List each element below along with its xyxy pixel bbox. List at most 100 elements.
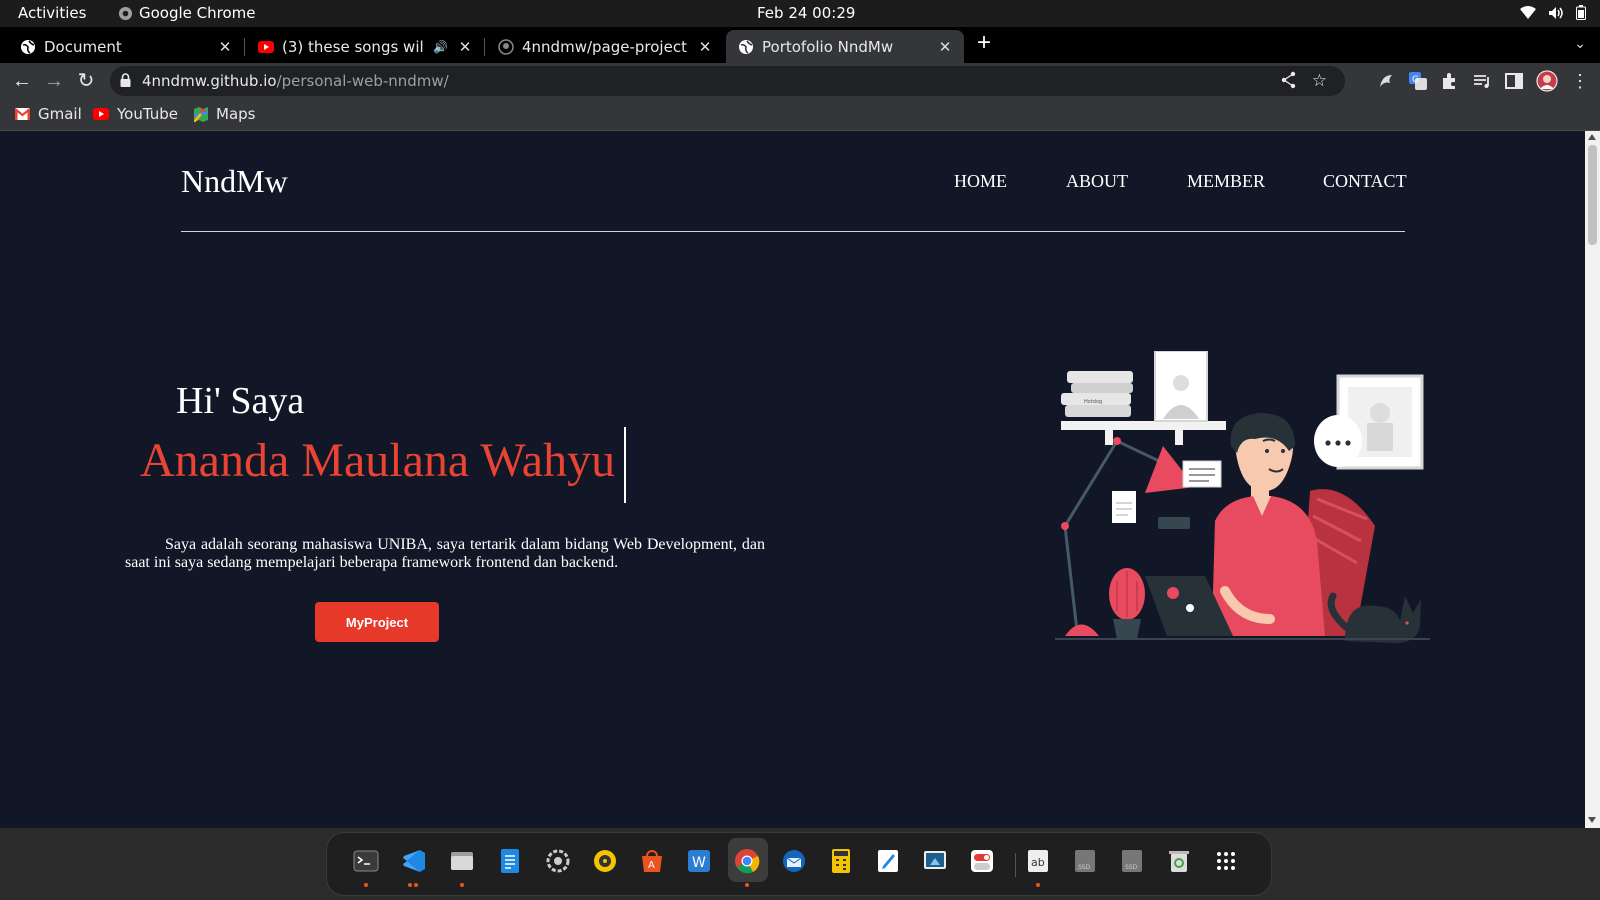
running-indicator <box>460 883 464 887</box>
files-icon[interactable] <box>449 848 475 874</box>
close-tab-icon[interactable]: ✕ <box>216 38 234 56</box>
system-top-bar: Activities Google Chrome Feb 24 00:29 <box>0 0 1600 27</box>
running-indicator <box>745 883 749 887</box>
nav-link-member[interactable]: MEMBER <box>1187 171 1265 192</box>
youtube-icon <box>258 40 274 53</box>
nav-link-contact[interactable]: CONTACT <box>1323 171 1407 192</box>
nav-link-home[interactable]: HOME <box>954 171 1007 192</box>
typing-cursor <box>624 427 626 503</box>
github-icon <box>498 38 514 55</box>
settings-icon[interactable] <box>545 848 571 874</box>
scroll-down-arrow-icon[interactable] <box>1588 817 1596 823</box>
volume-icon <box>1549 6 1563 19</box>
chrome-menu-icon[interactable]: ⋮ <box>1568 69 1592 93</box>
clock[interactable]: Feb 24 00:29 <box>757 4 855 22</box>
translate-icon[interactable]: G <box>1408 71 1428 91</box>
ssd-drive-icon-2[interactable]: SSD <box>1119 848 1145 874</box>
dock: A W ab SSD SSD <box>326 832 1272 896</box>
hero-greeting: Hi' Saya <box>176 380 305 422</box>
vscode-icon[interactable] <box>401 848 427 874</box>
app-name: Google Chrome <box>139 4 256 22</box>
bookmark-maps[interactable]: Maps <box>194 105 255 123</box>
running-indicator <box>408 883 412 887</box>
bookmark-label: YouTube <box>117 105 178 123</box>
close-tab-icon[interactable]: ✕ <box>936 38 954 56</box>
lock-icon[interactable] <box>120 73 131 87</box>
nav-divider <box>181 231 1405 232</box>
system-tray[interactable] <box>1520 5 1586 20</box>
new-tab-icon[interactable]: + <box>977 29 991 57</box>
forward-icon[interactable]: → <box>42 69 66 93</box>
share-icon[interactable] <box>1281 71 1297 89</box>
app-menu[interactable]: Google Chrome <box>118 4 256 22</box>
app-grid-icon[interactable] <box>1213 848 1239 874</box>
scroll-up-arrow-icon[interactable] <box>1588 134 1596 140</box>
scrollbar-thumb[interactable] <box>1588 145 1597 245</box>
bookmark-gmail[interactable]: Gmail <box>15 105 82 123</box>
extension-icon[interactable] <box>1376 71 1396 91</box>
back-icon[interactable]: ← <box>10 69 34 93</box>
tab-title: 4nndmw/page-project <box>522 37 687 56</box>
dictionary-icon[interactable]: ab <box>1025 848 1051 874</box>
word-icon[interactable]: W <box>686 848 712 874</box>
picture-frame <box>1154 351 1208 422</box>
terminal-icon[interactable] <box>353 848 379 874</box>
rhythmbox-icon[interactable] <box>592 848 618 874</box>
tab-title: Portofolio NndMw <box>762 37 894 56</box>
dock-separator <box>1015 853 1016 877</box>
tab-strip: Document ✕ (3) these songs will ma 🔊 ✕ 4… <box>0 27 1600 63</box>
software-icon[interactable]: A <box>639 848 665 874</box>
url-text: 4nndmw.github.io/personal-web-nndmw/ <box>142 72 449 90</box>
tab-github[interactable]: 4nndmw/page-project ✕ <box>484 30 724 63</box>
hero-description: Saya adalah seorang mahasiswa UNIBA, say… <box>125 536 765 571</box>
svg-text:W: W <box>692 855 706 871</box>
tab-portofolio[interactable]: Portofolio NndMw ✕ <box>726 30 964 63</box>
page-viewport: NndMw HOME ABOUT MEMBER CONTACT Hi' Saya… <box>0 131 1585 828</box>
trash-icon[interactable] <box>1166 848 1192 874</box>
illustration-book-label: Hotdog <box>1084 399 1102 405</box>
globe-icon <box>21 39 35 54</box>
nav-link-about[interactable]: ABOUT <box>1066 171 1128 192</box>
notes-icon[interactable] <box>875 848 901 874</box>
running-indicator <box>364 883 368 887</box>
browser-toolbar: ← → ↻ 4nndmw.github.io/personal-web-nndm… <box>0 63 1600 99</box>
activities-button[interactable]: Activities <box>18 4 86 22</box>
bookmark-youtube[interactable]: YouTube <box>93 105 178 123</box>
speech-bubble <box>1314 415 1362 467</box>
myproject-button[interactable]: MyProject <box>315 602 439 642</box>
ssd-drive-icon[interactable]: SSD <box>1072 848 1098 874</box>
page-scrollbar[interactable] <box>1585 131 1600 828</box>
audio-playing-icon[interactable]: 🔊 <box>433 40 448 54</box>
svg-text:SSD: SSD <box>1125 864 1138 871</box>
bookmarks-bar: Gmail YouTube Maps <box>0 99 1600 131</box>
tab-search-chevron-icon[interactable]: ⌄ <box>1574 35 1586 52</box>
maps-icon <box>194 106 208 122</box>
man-character <box>1207 413 1325 636</box>
toggle-icon[interactable] <box>969 848 995 874</box>
chrome-icon[interactable] <box>734 848 760 874</box>
battery-icon <box>1576 5 1586 20</box>
thunderbird-icon[interactable] <box>781 848 807 874</box>
profile-avatar[interactable] <box>1536 70 1558 92</box>
tab-document[interactable]: Document ✕ <box>0 30 245 63</box>
text-editor-icon[interactable] <box>497 848 523 874</box>
reload-icon[interactable]: ↻ <box>74 69 98 93</box>
screenshot-icon[interactable] <box>922 848 948 874</box>
extensions-puzzle-icon[interactable] <box>1440 71 1460 91</box>
close-tab-icon[interactable]: ✕ <box>696 38 714 56</box>
site-logo[interactable]: NndMw <box>181 163 288 200</box>
bookmark-star-icon[interactable]: ☆ <box>1312 71 1327 91</box>
calculator-icon[interactable] <box>828 848 854 874</box>
address-bar[interactable]: 4nndmw.github.io/personal-web-nndmw/ ☆ <box>110 66 1345 96</box>
svg-text:SSD: SSD <box>1078 864 1091 871</box>
bookmark-label: Gmail <box>38 105 82 123</box>
running-indicator <box>414 883 418 887</box>
hero-name: Ananda Maulana Wahyu <box>140 434 616 487</box>
tab-youtube[interactable]: (3) these songs will ma 🔊 ✕ <box>244 30 485 63</box>
side-panel-icon[interactable] <box>1504 71 1524 91</box>
close-tab-icon[interactable]: ✕ <box>456 38 474 56</box>
media-control-icon[interactable] <box>1472 71 1492 91</box>
svg-text:A: A <box>648 860 655 871</box>
cactus-plant <box>1109 568 1145 639</box>
globe-icon <box>739 39 753 54</box>
